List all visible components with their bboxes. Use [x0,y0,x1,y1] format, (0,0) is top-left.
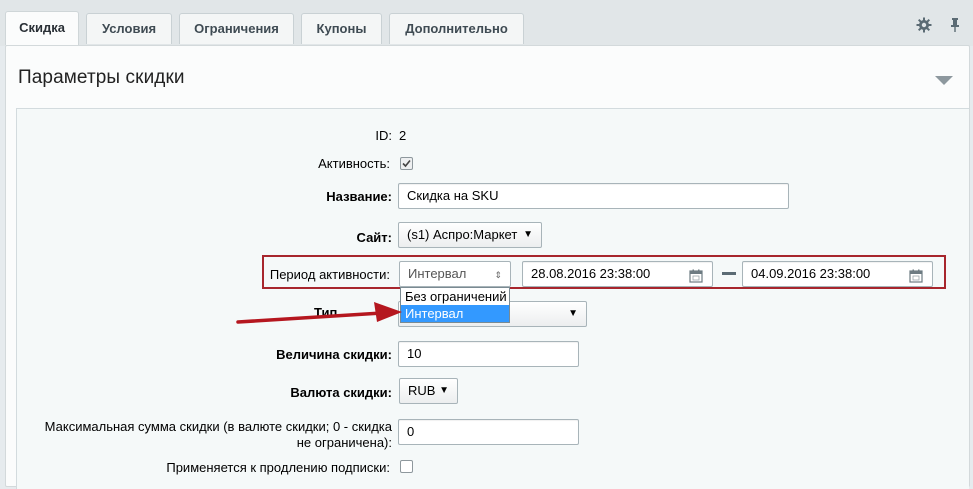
max-sum-input[interactable]: 0 [398,419,579,445]
renew-label: Применяется к продлению подписки: [166,460,390,475]
currency-label: Валюта скидки: [290,385,392,400]
caret-down-icon: ▼ [439,385,449,396]
max-sum-label: Максимальная сумма скидки (в валюте скид… [20,419,392,451]
annotation-arrow-icon [236,302,402,324]
currency-select-value: RUB [408,383,436,398]
max-sum-label-line2: не ограничена): [296,435,392,450]
renew-checkbox[interactable] [400,460,413,473]
max-sum-label-line1: Максимальная сумма скидки (в валюте скид… [44,419,392,434]
currency-select[interactable]: RUB ▼ [399,378,458,404]
amount-label: Величина скидки: [276,347,392,362]
amount-input[interactable]: 10 [398,341,579,367]
